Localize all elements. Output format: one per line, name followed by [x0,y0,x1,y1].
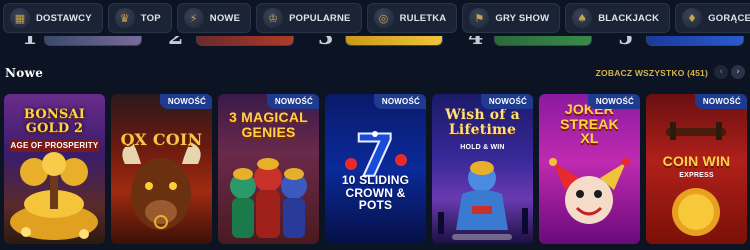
category-label: GORĄCE JACKPOTY [708,12,750,24]
new-badge: NOWOŚĆ [694,94,747,109]
category-blackjack[interactable]: ♠ BLACKJACK [565,3,671,33]
game-card-wish-of-a-lifetime[interactable]: Wish of a Lifetime HOLD & WIN NOWOŚĆ [432,94,533,244]
category-hot-jackpots[interactable]: ♦ GORĄCE JACKPOTY [675,3,750,33]
game-title: COIN WIN [662,153,731,169]
top-game-card[interactable] [44,36,142,46]
roulette-icon: ◎ [373,8,394,28]
chevron-right-icon[interactable]: › [731,65,745,79]
new-games-carousel: BONSAI GOLD 2 AGE OF PROSPERITY OX COIN … [4,94,750,244]
category-label: NOWE [209,12,241,24]
rank-number: 1 [22,36,37,48]
game-title: Wish of a Lifetime [445,107,520,138]
game-card-ox-coin[interactable]: OX COIN NOWOŚĆ [111,94,212,244]
new-badge: NOWOŚĆ [480,94,533,109]
coin-art [666,122,726,236]
category-popular[interactable]: ♔ POPULARNE [256,3,362,33]
top-game-card[interactable] [646,36,744,46]
laurel-icon: ♛ [114,8,135,28]
game-card-joker-streak-xl[interactable]: JOKER STREAK XL NOWOŚĆ [539,94,640,244]
section-title: Nowe [5,66,44,80]
game-card-sliding-crown-pots[interactable]: 7 10 SLIDING CROWN & POTS NOWOŚĆ [325,94,426,244]
category-providers[interactable]: ▦ DOSTAWCY [3,3,103,33]
chevron-left-icon[interactable]: ‹ [714,65,728,79]
game-card-coin-win-express[interactable]: COIN WIN EXPRESS NOWOŚĆ [646,94,747,244]
category-label: TOP [140,12,161,24]
game-card-bonsai-gold-2[interactable]: BONSAI GOLD 2 AGE OF PROSPERITY [4,94,105,244]
category-label: RULETKA [399,12,447,24]
top-game-card[interactable] [345,36,443,46]
game-subtitle: EXPRESS [679,172,714,179]
rank-number: 5 [618,36,633,48]
game-title: OX COIN [120,130,203,149]
crown-icon: ♔ [263,8,284,28]
grid-icon: ▦ [10,8,30,28]
top-game-card[interactable] [196,36,294,46]
category-label: GRY SHOW [495,12,550,24]
category-new[interactable]: ⚡ NOWE [176,3,252,33]
cards-icon: ♠ [572,8,593,28]
game-title: 10 SLIDING CROWN & POTS [341,173,410,213]
ox-art [122,142,201,230]
rank-number: 2 [168,36,183,48]
new-badge: NOWOŚĆ [373,94,426,109]
jackpot-icon: ♦ [682,8,703,28]
top-games-strip: 1 2 3 4 5 [0,36,750,48]
new-badge: NOWOŚĆ [266,94,319,109]
new-badge: NOWOŚĆ [587,94,640,109]
show-icon: ⚑ [469,8,490,28]
game-subtitle: HOLD & WIN [460,144,505,151]
game-title: 3 MAGICAL GENIES [229,109,308,140]
game-card-3-magical-genies[interactable]: 3 MAGICAL GENIES NOWOŚĆ [218,94,319,244]
category-label: POPULARNE [289,12,351,24]
category-top[interactable]: ♛ TOP [107,3,172,33]
seven-art: 7 [345,121,407,191]
rank-number: 3 [318,36,333,48]
blurred-info [452,234,512,240]
lightning-icon: ⚡ [183,8,204,28]
top-game-card[interactable] [494,36,592,46]
category-label: DOSTAWCY [36,12,92,24]
game-title: BONSAI GOLD 2 [23,107,86,136]
game-subtitle: AGE OF PROSPERITY [10,140,99,153]
rank-number: 4 [468,36,483,48]
new-badge: NOWOŚĆ [159,94,212,109]
category-bar: ▦ DOSTAWCY ♛ TOP ⚡ NOWE ♔ POPULARNE ◎ RU… [0,0,750,36]
see-all-link[interactable]: ZOBACZ WSZYSTKO (451) [596,68,708,78]
category-label: BLACKJACK [598,12,660,24]
category-game-show[interactable]: ⚑ GRY SHOW [462,3,561,33]
category-roulette[interactable]: ◎ RULETKA [366,3,458,33]
